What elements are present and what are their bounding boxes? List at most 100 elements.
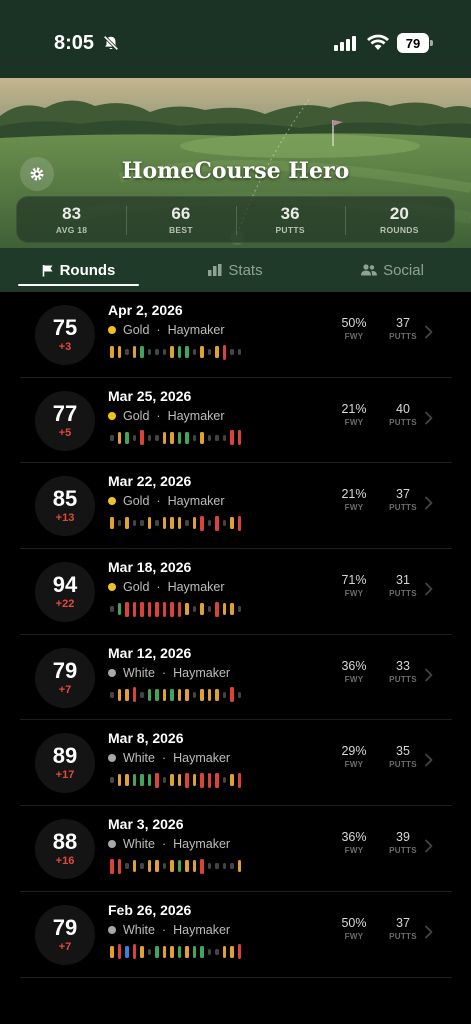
round-tee-course: White · Haymaker: [108, 923, 230, 937]
hole-8-bogey: [162, 431, 166, 444]
round-row-8[interactable]: 79 +7 Feb 26, 2026 White · Haymaker 50% …: [20, 892, 452, 978]
putts-metric: 31 PUTTS: [383, 573, 423, 598]
round-score-to-par: +17: [55, 769, 75, 782]
tab-social[interactable]: Social: [314, 248, 471, 292]
putts-label: PUTTS: [389, 931, 417, 941]
round-row-1[interactable]: 75 +3 Apr 2, 2026 Gold · Haymaker 50% FW…: [20, 292, 452, 378]
chevron-right-icon: [425, 925, 433, 939]
hole-results-strip: [110, 858, 241, 874]
hole-11-bogey: [185, 860, 189, 873]
hole-1-bogey: [110, 945, 114, 958]
putts-label: PUTTS: [389, 417, 417, 427]
round-score: 88: [52, 829, 78, 855]
putts-label: PUTTS: [389, 589, 417, 599]
round-score-to-par: +3: [58, 341, 72, 353]
hole-9-birdie: [170, 688, 174, 701]
battery-icon: 79: [397, 33, 433, 53]
tab-stats[interactable]: Stats: [157, 248, 314, 292]
round-row-5[interactable]: 79 +7 Mar 12, 2026 White · Haymaker 36% …: [20, 635, 452, 721]
hole-8-par: [162, 349, 166, 355]
hole-1-par: [110, 606, 114, 613]
hole-2-bogey: [117, 346, 121, 358]
hole-8-bogey: [162, 688, 166, 701]
round-row-3[interactable]: 85 +13 Mar 22, 2026 Gold · Haymaker 21% …: [20, 463, 452, 550]
round-row-4[interactable]: 94 +22 Mar 18, 2026 Gold · Haymaker 71% …: [20, 549, 452, 635]
rounds-list: 75 +3 Apr 2, 2026 Gold · Haymaker 50% FW…: [0, 292, 471, 978]
score-badge: 88 +16: [35, 819, 95, 880]
hole-17-par: [230, 863, 234, 870]
stat-label: AVG 18: [55, 225, 88, 235]
round-tee-course: White · Haymaker: [108, 666, 230, 680]
putts-value: 37: [396, 915, 410, 930]
hole-7-bogey: [155, 860, 159, 873]
hole-2-bogey: [117, 688, 121, 701]
putts-value: 35: [396, 744, 410, 759]
round-row-6[interactable]: 89 +17 Mar 8, 2026 White · Haymaker 29% …: [20, 720, 452, 807]
hole-12-par: [192, 691, 196, 698]
score-badge: 75 +3: [35, 305, 95, 365]
cell-signal-icon: [334, 35, 356, 51]
hole-10-double: [177, 601, 181, 617]
tee-color-dot: [108, 497, 116, 506]
hole-18-par: [237, 349, 241, 355]
round-row-7[interactable]: 88 +16 Mar 3, 2026 White · Haymaker 36% …: [20, 806, 452, 892]
tab-rounds[interactable]: Rounds: [0, 248, 157, 292]
round-tee-course: Gold · Haymaker: [108, 494, 225, 508]
round-score: 85: [52, 486, 78, 512]
hole-5-birdie: [140, 346, 144, 358]
hole-17-par: [230, 349, 234, 355]
hole-results-strip: [110, 515, 241, 531]
tee-color-dot: [108, 583, 116, 592]
round-date: Mar 18, 2026: [108, 559, 192, 576]
hole-10-birdie: [177, 346, 181, 358]
tab-label: Rounds: [59, 261, 116, 279]
hole-14-par: [207, 863, 211, 870]
hole-10-birdie: [177, 431, 181, 444]
hole-16-par: [222, 520, 226, 527]
hole-12-bogey: [192, 860, 196, 873]
round-date: Apr 2, 2026: [108, 302, 183, 318]
hole-3-par: [125, 349, 129, 355]
tee-name: White: [123, 922, 155, 937]
tee-name: Gold: [123, 580, 150, 595]
hole-1-par: [110, 777, 114, 784]
fairways-metric: 21% FWY: [334, 402, 374, 427]
fairways-metric: 36% FWY: [334, 830, 374, 855]
course-name: Haymaker: [173, 665, 231, 680]
hole-18-double: [237, 430, 241, 446]
hole-12-bogey: [192, 517, 196, 530]
fairways-value: 36%: [341, 830, 367, 845]
hole-17-bogey: [230, 945, 234, 958]
course-name: Haymaker: [167, 494, 225, 509]
tee-name: White: [123, 751, 155, 766]
tee-name: White: [123, 837, 155, 852]
hole-13-double: [200, 515, 204, 531]
tee-color-dot: [108, 411, 116, 420]
hole-5-par: [140, 863, 144, 870]
chevron-right-icon: [425, 754, 433, 767]
chevron-right-icon: [425, 668, 433, 682]
fairways-value: 21%: [341, 487, 367, 502]
hole-7-double: [155, 772, 159, 788]
putts-label: PUTTS: [389, 674, 417, 684]
hole-15-par: [215, 434, 219, 441]
summary-stat-avg: 83 AVG 18: [17, 197, 126, 242]
hole-17-bogey: [230, 603, 234, 616]
round-row-2[interactable]: 77 +5 Mar 25, 2026 Gold · Haymaker 21% F…: [20, 378, 452, 464]
hole-14-par: [207, 349, 211, 355]
hole-1-bogey: [110, 346, 114, 358]
hole-results-strip: [110, 687, 241, 703]
fairways-value: 36%: [341, 658, 367, 673]
status-bar: 8:05 79: [0, 0, 471, 78]
chevron-right-icon: [425, 325, 433, 339]
putts-value: 37: [396, 316, 410, 330]
fairways-value: 71%: [341, 573, 367, 588]
hole-12-birdie: [192, 945, 196, 958]
round-date: Mar 3, 2026: [108, 816, 184, 833]
fairways-metric: 50% FWY: [334, 316, 374, 341]
hole-18-double: [237, 772, 241, 788]
hole-8-bogey: [162, 517, 166, 530]
hole-10-birdie: [177, 945, 181, 958]
bar-chart-icon: [208, 264, 222, 276]
summary-stat-best: 66 BEST: [126, 197, 235, 242]
